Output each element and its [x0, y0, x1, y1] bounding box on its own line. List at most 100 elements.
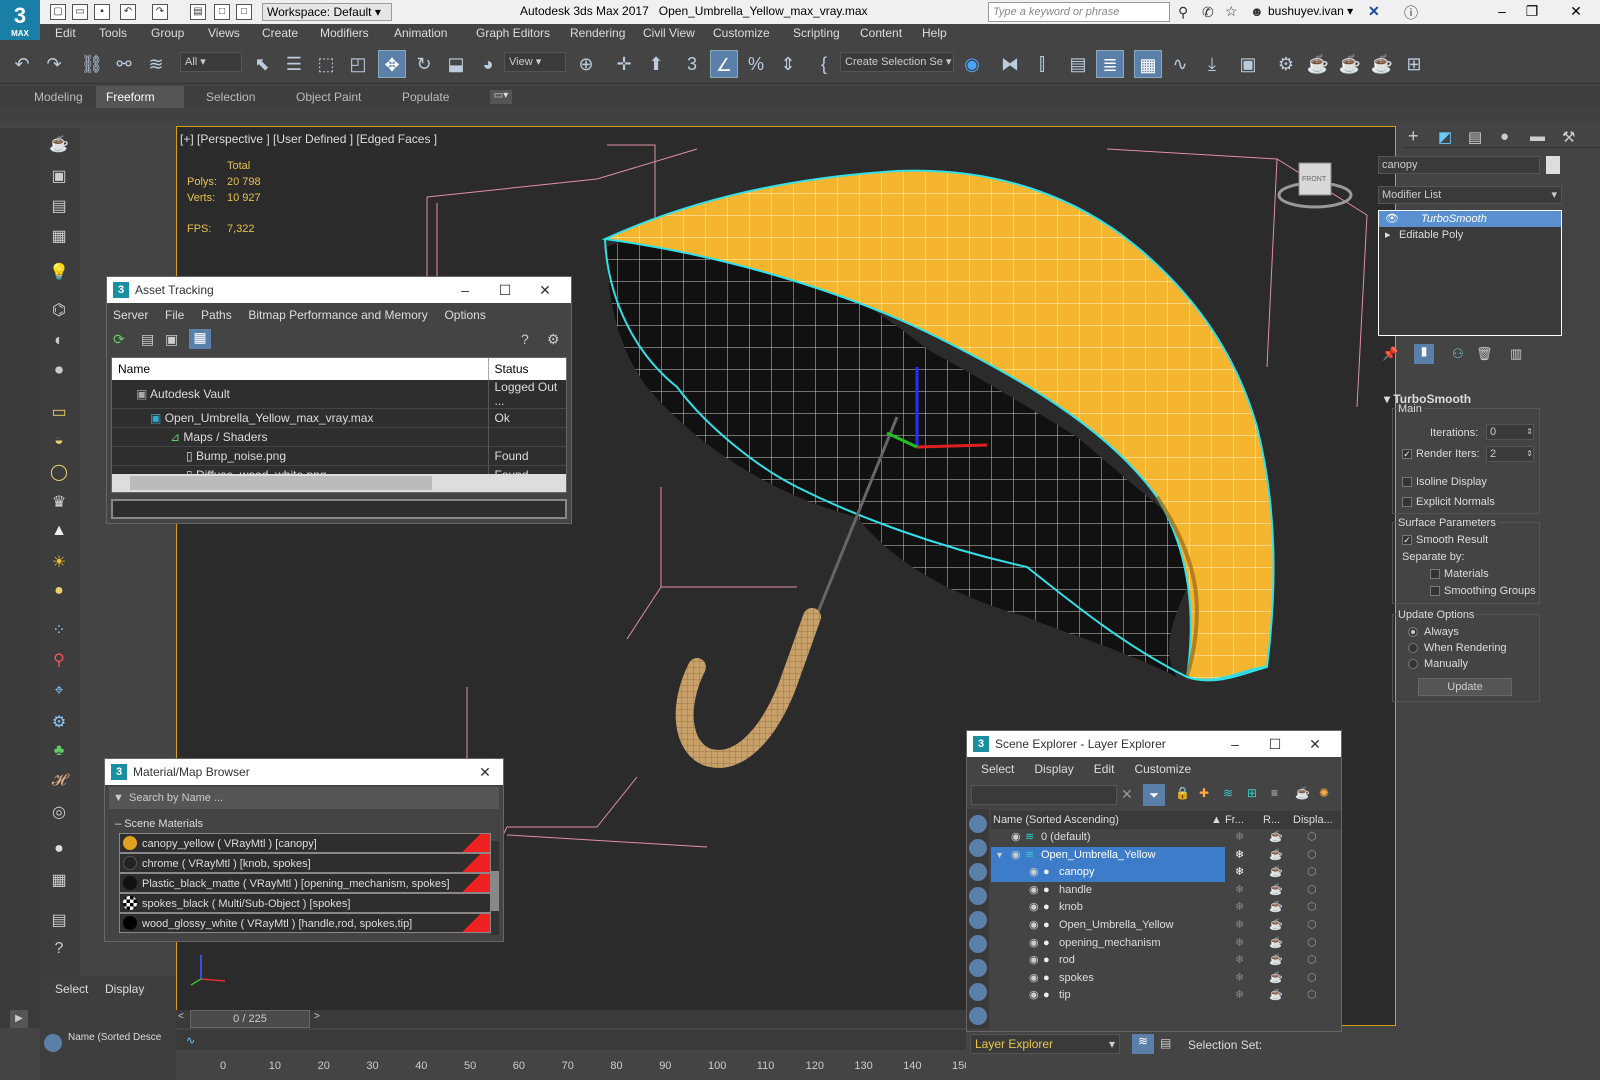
display-box-icon[interactable]: ⬡ [1307, 829, 1317, 847]
project-icon[interactable]: ▤ [190, 4, 206, 20]
pin-stack-icon[interactable]: 📌 [1382, 346, 1398, 362]
make-unique-icon[interactable]: ⚇ [1452, 346, 1464, 362]
layers-icon[interactable]: ≋ [1223, 786, 1233, 800]
scene-materials-group[interactable]: – Scene Materials [109, 815, 499, 833]
bind-space-warp-icon[interactable]: ≋ [142, 50, 170, 78]
column-name[interactable]: Name (Sorted Ascending) [993, 811, 1119, 829]
when-rendering-radio[interactable]: When Rendering [1408, 642, 1507, 654]
align-icon[interactable]: ⫿ [1028, 50, 1056, 78]
tree-row[interactable]: ◉ ● canopy ❄ ☕ ⬡ [991, 864, 1317, 882]
smooth-result-checkbox[interactable]: ✓ Smooth Result [1402, 534, 1488, 546]
pivot-center-icon[interactable]: ⊕ [572, 50, 600, 78]
select-menu[interactable]: Select [55, 982, 88, 996]
menu-scripting[interactable]: Scripting [793, 26, 840, 40]
menu-customize[interactable]: Customize [1134, 762, 1191, 776]
name-sorted-header[interactable]: Name (Sorted Desce [68, 1032, 161, 1043]
detail-view-icon[interactable]: ▣ [165, 331, 178, 348]
isoline-display-checkbox[interactable]: Isoline Display [1402, 476, 1487, 488]
time-slider-thumb[interactable]: 0 / 225 [190, 1010, 310, 1028]
viewcube[interactable]: FRONT [1302, 176, 1326, 183]
asset-tracking-titlebar[interactable]: 3 Asset Tracking – ☐ ✕ [107, 277, 571, 303]
menu-display[interactable]: Display [1034, 762, 1073, 776]
render-teapot-icon[interactable]: ☕ [1269, 829, 1283, 847]
materials-checkbox[interactable]: Materials [1430, 568, 1489, 580]
menu-help[interactable]: Help [922, 26, 947, 40]
hierarchy-tab-icon[interactable]: ▤ [1468, 128, 1482, 146]
modifier-list-dropdown[interactable]: Modifier List ▾ [1378, 186, 1562, 204]
material-browser-titlebar[interactable]: 3 Material/Map Browser ✕ [105, 759, 503, 785]
sphere-icon[interactable]: ● [44, 582, 74, 606]
menu-edit[interactable]: Edit [1094, 762, 1115, 776]
user-account[interactable]: bushuyev.ivan ▾ [1268, 4, 1353, 18]
freeze-icon[interactable]: ❄ [1235, 864, 1244, 882]
settings-icon[interactable]: ⚙ [547, 331, 560, 348]
eye-icon[interactable]: ◉ [1029, 899, 1039, 917]
workspace-dropdown[interactable]: Workspace: Default ▾ [262, 3, 392, 21]
sun-icon[interactable]: ✺ [1319, 786, 1329, 800]
render-teapot-icon[interactable]: ☕ [1269, 864, 1283, 882]
percent-snap-icon[interactable]: % [742, 50, 770, 78]
display-box-icon[interactable]: ⬡ [1307, 987, 1317, 1005]
help-circle-icon[interactable]: ? [44, 940, 74, 964]
close-icon[interactable]: ✕ [1556, 2, 1596, 22]
menu-civil-view[interactable]: Civil View [643, 26, 695, 40]
layer-icon[interactable]: ≋ [1132, 1034, 1154, 1054]
help-icon[interactable]: ⓘ [1404, 3, 1418, 23]
tab-modeling[interactable]: Modeling [24, 86, 93, 108]
selection-filter-dropdown[interactable]: All ▾ [180, 52, 242, 72]
configure-modifier-sets-icon[interactable]: ▥ [1510, 346, 1522, 362]
tab-freeform[interactable]: Freeform [96, 86, 184, 108]
eye-icon[interactable]: ◉ [1029, 952, 1039, 970]
time-slider[interactable] [176, 1030, 966, 1050]
create-tab-icon[interactable]: + [1408, 126, 1419, 147]
update-button[interactable]: Update [1418, 678, 1512, 696]
crate-icon[interactable]: ♛ [44, 492, 74, 516]
named-selection-icon[interactable]: { [810, 50, 838, 78]
communication-icon[interactable]: ✆ [1202, 4, 1214, 21]
eye-icon[interactable]: ◉ [1029, 917, 1039, 935]
display-menu[interactable]: Display [105, 982, 144, 996]
display-groups-icon[interactable] [969, 959, 987, 977]
column-name[interactable]: Name [112, 358, 489, 380]
maximize-icon[interactable]: ❐ [1512, 2, 1552, 22]
eye-icon[interactable]: ◉ [1011, 847, 1021, 865]
expand-arrow-icon[interactable]: ▸ [1385, 227, 1391, 243]
column-render[interactable]: R... [1263, 811, 1280, 829]
list-icon[interactable]: ▦ [44, 226, 74, 250]
render-iters-spinner[interactable]: 2 ⇕ [1486, 446, 1534, 462]
column-display[interactable]: Displa... [1293, 811, 1333, 829]
tree-row[interactable]: ◉ ● rod ❄ ☕ ⬡ [991, 952, 1341, 970]
render-teapot-icon[interactable]: ☕ [1269, 847, 1283, 865]
texture-icon[interactable]: ◎ [44, 802, 74, 826]
refresh-icon[interactable]: ⟳ [113, 331, 125, 348]
menu-edit[interactable]: Edit [55, 26, 76, 40]
close-icon[interactable]: ✕ [473, 759, 497, 785]
menu-graph-editors[interactable]: Graph Editors [476, 26, 550, 40]
menu-paths[interactable]: Paths [201, 308, 232, 322]
close-icon[interactable]: ✕ [1295, 731, 1335, 757]
tree-row[interactable]: ◉ ● knob ❄ ☕ ⬡ [991, 899, 1341, 917]
freeze-icon[interactable]: ❄ [1235, 847, 1244, 865]
menu-server[interactable]: Server [113, 308, 148, 322]
checker-icon[interactable]: ▦ [44, 870, 74, 894]
tab-selection[interactable]: Selection [196, 86, 265, 108]
material-item[interactable]: chrome ( VRayMtl ) [knob, spokes] [119, 853, 491, 873]
particles-icon[interactable]: ⁘ [44, 620, 74, 644]
menu-options[interactable]: Options [444, 308, 485, 322]
asset-path-field[interactable] [111, 499, 567, 519]
viewport-label[interactable]: [+] [Perspective ] [User Defined ] [Edge… [180, 132, 437, 146]
reference-coordinate-dropdown[interactable]: View ▾ [504, 52, 566, 72]
menu-file[interactable]: File [165, 308, 184, 322]
display-box-icon[interactable]: ⬡ [1307, 864, 1317, 882]
tree-row[interactable]: ◉ ≋ 0 (default) ❄ ☕ ⬡ [991, 829, 1341, 847]
vertical-scrollbar[interactable] [491, 841, 499, 935]
binoculars-icon[interactable]: ⚲ [1178, 4, 1188, 21]
document-icon[interactable]: ▤ [44, 196, 74, 220]
display-spacewarps-icon[interactable] [969, 935, 987, 953]
render-iters-checkbox[interactable]: ✓ Render Iters: [1402, 448, 1480, 460]
material-item[interactable]: spokes_black ( Multi/Sub-Object ) [spoke… [119, 893, 491, 913]
expand-arrow-icon[interactable]: ▶ [10, 1010, 28, 1028]
redo-icon[interactable]: ↷ [40, 50, 68, 78]
menu-animation[interactable]: Animation [394, 26, 447, 40]
freeze-icon[interactable]: ❄ [1235, 829, 1244, 847]
